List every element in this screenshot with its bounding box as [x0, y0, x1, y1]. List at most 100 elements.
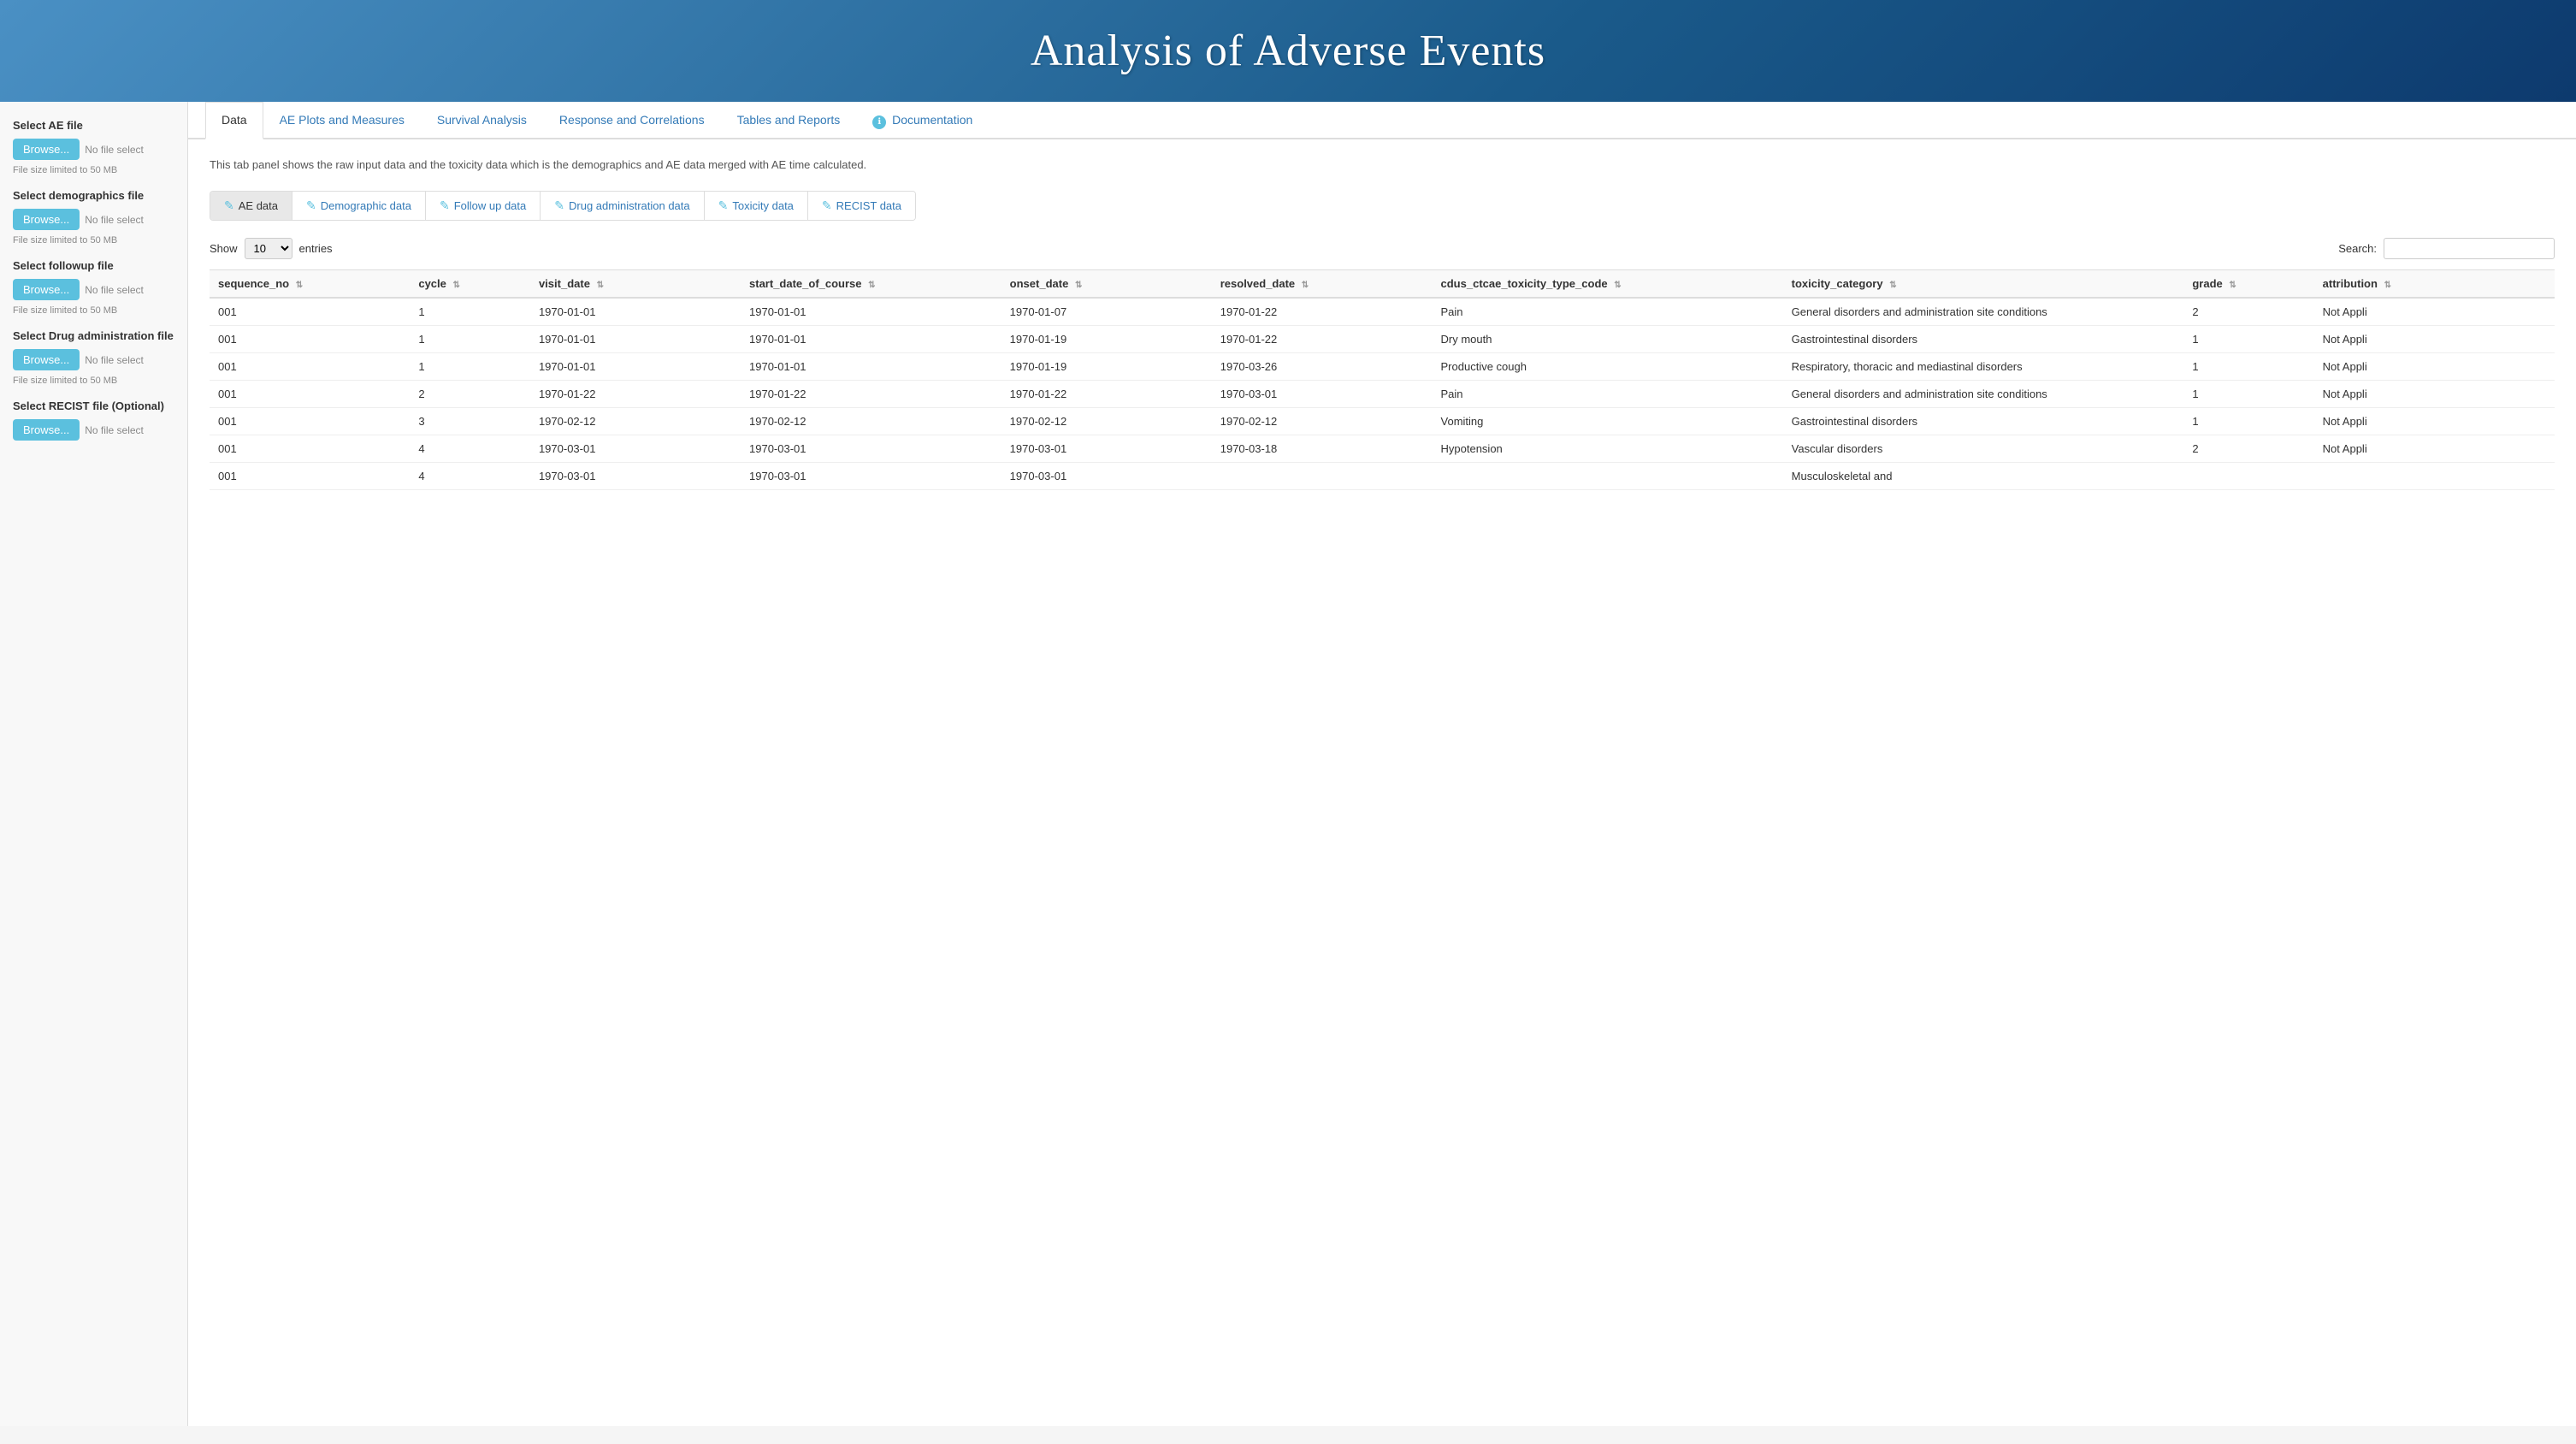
- ae-file-title: Select AE file: [13, 119, 174, 132]
- cell-sequence_no: 001: [210, 325, 410, 352]
- col-header-toxicity-category[interactable]: toxicity_category ⇅: [1783, 269, 2184, 298]
- demographics-file-no-file: No file select: [85, 214, 144, 226]
- cell-onset_date: 1970-01-19: [1001, 352, 1212, 380]
- drug-file-browse-button[interactable]: Browse...: [13, 349, 80, 370]
- cell-grade: 1: [2183, 407, 2313, 435]
- cell-resolved_date: 1970-02-12: [1212, 407, 1433, 435]
- cell-grade: 2: [2183, 435, 2313, 462]
- drug-file-no-file: No file select: [85, 354, 144, 366]
- cell-onset_date: 1970-03-01: [1001, 435, 1212, 462]
- cell-start_date_of_course: 1970-01-01: [741, 352, 1001, 380]
- cell-visit_date: 1970-02-12: [530, 407, 741, 435]
- sort-icon-onset: ⇅: [1075, 281, 1082, 290]
- entries-select[interactable]: 10 25 50 100: [245, 238, 292, 259]
- sub-tab-demographic[interactable]: ✎ Demographic data: [292, 192, 426, 220]
- demographics-file-browse-button[interactable]: Browse...: [13, 209, 80, 230]
- col-header-resolved-date[interactable]: resolved_date ⇅: [1212, 269, 1433, 298]
- cell-onset_date: 1970-03-01: [1001, 462, 1212, 489]
- tab-response[interactable]: Response and Correlations: [543, 102, 721, 139]
- sub-tab-recist[interactable]: ✎ RECIST data: [808, 192, 915, 220]
- table-controls: Show 10 25 50 100 entries Search:: [210, 238, 2555, 259]
- sub-tab-drug-admin[interactable]: ✎ Drug administration data: [541, 192, 704, 220]
- main-content: Data AE Plots and Measures Survival Anal…: [188, 102, 2576, 1426]
- tab-survival[interactable]: Survival Analysis: [421, 102, 543, 139]
- cell-toxicity_category: Gastrointestinal disorders: [1783, 407, 2184, 435]
- sort-icon-sequence: ⇅: [296, 281, 303, 290]
- cell-sequence_no: 001: [210, 435, 410, 462]
- cell-grade: 1: [2183, 380, 2313, 407]
- cell-onset_date: 1970-01-07: [1001, 298, 1212, 326]
- sub-tab-toxicity[interactable]: ✎ Toxicity data: [705, 192, 808, 220]
- col-header-toxicity-code[interactable]: cdus_ctcae_toxicity_type_code ⇅: [1433, 269, 1783, 298]
- cell-visit_date: 1970-03-01: [530, 462, 741, 489]
- sub-tab-ae-data[interactable]: ✎ AE data: [210, 192, 292, 220]
- sub-tab-followup[interactable]: ✎ Follow up data: [426, 192, 541, 220]
- description-text: This tab panel shows the raw input data …: [210, 157, 2555, 174]
- tab-documentation[interactable]: ℹ Documentation: [856, 102, 989, 139]
- demographics-file-title: Select demographics file: [13, 189, 174, 202]
- cell-start_date_of_course: 1970-01-01: [741, 325, 1001, 352]
- table-row: 00141970-03-011970-03-011970-03-011970-0…: [210, 435, 2555, 462]
- cell-attribution: Not Appli: [2314, 435, 2555, 462]
- table-row: 00131970-02-121970-02-121970-02-121970-0…: [210, 407, 2555, 435]
- table-row: 00111970-01-011970-01-011970-01-191970-0…: [210, 352, 2555, 380]
- col-header-onset-date[interactable]: onset_date ⇅: [1001, 269, 1212, 298]
- followup-file-no-file: No file select: [85, 284, 144, 296]
- tab-tables[interactable]: Tables and Reports: [721, 102, 857, 139]
- data-table: sequence_no ⇅ cycle ⇅ visit_date ⇅: [210, 269, 2555, 490]
- cell-sequence_no: 001: [210, 407, 410, 435]
- sort-icon-toxcode: ⇅: [1614, 281, 1621, 290]
- cell-start_date_of_course: 1970-03-01: [741, 435, 1001, 462]
- col-header-visit-date[interactable]: visit_date ⇅: [530, 269, 741, 298]
- col-header-start-date[interactable]: start_date_of_course ⇅: [741, 269, 1001, 298]
- search-label: Search:: [2338, 242, 2377, 255]
- cell-toxicity_category: Musculoskeletal and: [1783, 462, 2184, 489]
- followup-file-browse-button[interactable]: Browse...: [13, 279, 80, 300]
- sort-icon-cycle: ⇅: [453, 281, 460, 290]
- col-header-cycle[interactable]: cycle ⇅: [410, 269, 530, 298]
- cell-sequence_no: 001: [210, 298, 410, 326]
- sort-icon-resolved: ⇅: [1302, 281, 1309, 290]
- table-body: 00111970-01-011970-01-011970-01-071970-0…: [210, 298, 2555, 490]
- ae-file-row: Browse... No file select: [13, 139, 174, 160]
- db-icon-recist: ✎: [822, 198, 832, 213]
- show-label: Show: [210, 242, 238, 255]
- recist-file-title: Select RECIST file (Optional): [13, 399, 174, 412]
- tab-ae-plots[interactable]: AE Plots and Measures: [263, 102, 421, 139]
- db-icon-demo: ✎: [306, 198, 316, 213]
- cell-cycle: 1: [410, 352, 530, 380]
- col-header-sequence-no[interactable]: sequence_no ⇅: [210, 269, 410, 298]
- col-header-grade[interactable]: grade ⇅: [2183, 269, 2313, 298]
- tab-data[interactable]: Data: [205, 102, 263, 139]
- table-wrapper: sequence_no ⇅ cycle ⇅ visit_date ⇅: [210, 269, 2555, 490]
- nav-tabs: Data AE Plots and Measures Survival Anal…: [188, 102, 2576, 139]
- col-header-attribution[interactable]: attribution ⇅: [2314, 269, 2555, 298]
- app-header: Analysis of Adverse Events: [0, 0, 2576, 102]
- search-input[interactable]: [2384, 238, 2555, 259]
- cell-cdus_ctcae_toxicity_type_code: Pain: [1433, 298, 1783, 326]
- sidebar: Select AE file Browse... No file select …: [0, 102, 188, 1426]
- cell-attribution: Not Appli: [2314, 407, 2555, 435]
- cell-grade: [2183, 462, 2313, 489]
- cell-cycle: 1: [410, 325, 530, 352]
- table-row: 00111970-01-011970-01-011970-01-191970-0…: [210, 325, 2555, 352]
- cell-attribution: Not Appli: [2314, 380, 2555, 407]
- recist-file-no-file: No file select: [85, 424, 144, 436]
- cell-cdus_ctcae_toxicity_type_code: Dry mouth: [1433, 325, 1783, 352]
- app-body: Select AE file Browse... No file select …: [0, 102, 2576, 1426]
- page-title: Analysis of Adverse Events: [17, 26, 2559, 76]
- cell-start_date_of_course: 1970-01-22: [741, 380, 1001, 407]
- cell-cycle: 4: [410, 435, 530, 462]
- search-control: Search:: [2338, 238, 2555, 259]
- followup-file-row: Browse... No file select: [13, 279, 174, 300]
- ae-file-browse-button[interactable]: Browse...: [13, 139, 80, 160]
- cell-resolved_date: 1970-03-26: [1212, 352, 1433, 380]
- recist-file-browse-button[interactable]: Browse...: [13, 419, 80, 441]
- entries-label: entries: [299, 242, 333, 255]
- sort-icon-grade: ⇅: [2229, 281, 2236, 290]
- ae-file-no-file: No file select: [85, 144, 144, 156]
- cell-visit_date: 1970-03-01: [530, 435, 741, 462]
- cell-grade: 1: [2183, 325, 2313, 352]
- cell-cycle: 4: [410, 462, 530, 489]
- cell-start_date_of_course: 1970-03-01: [741, 462, 1001, 489]
